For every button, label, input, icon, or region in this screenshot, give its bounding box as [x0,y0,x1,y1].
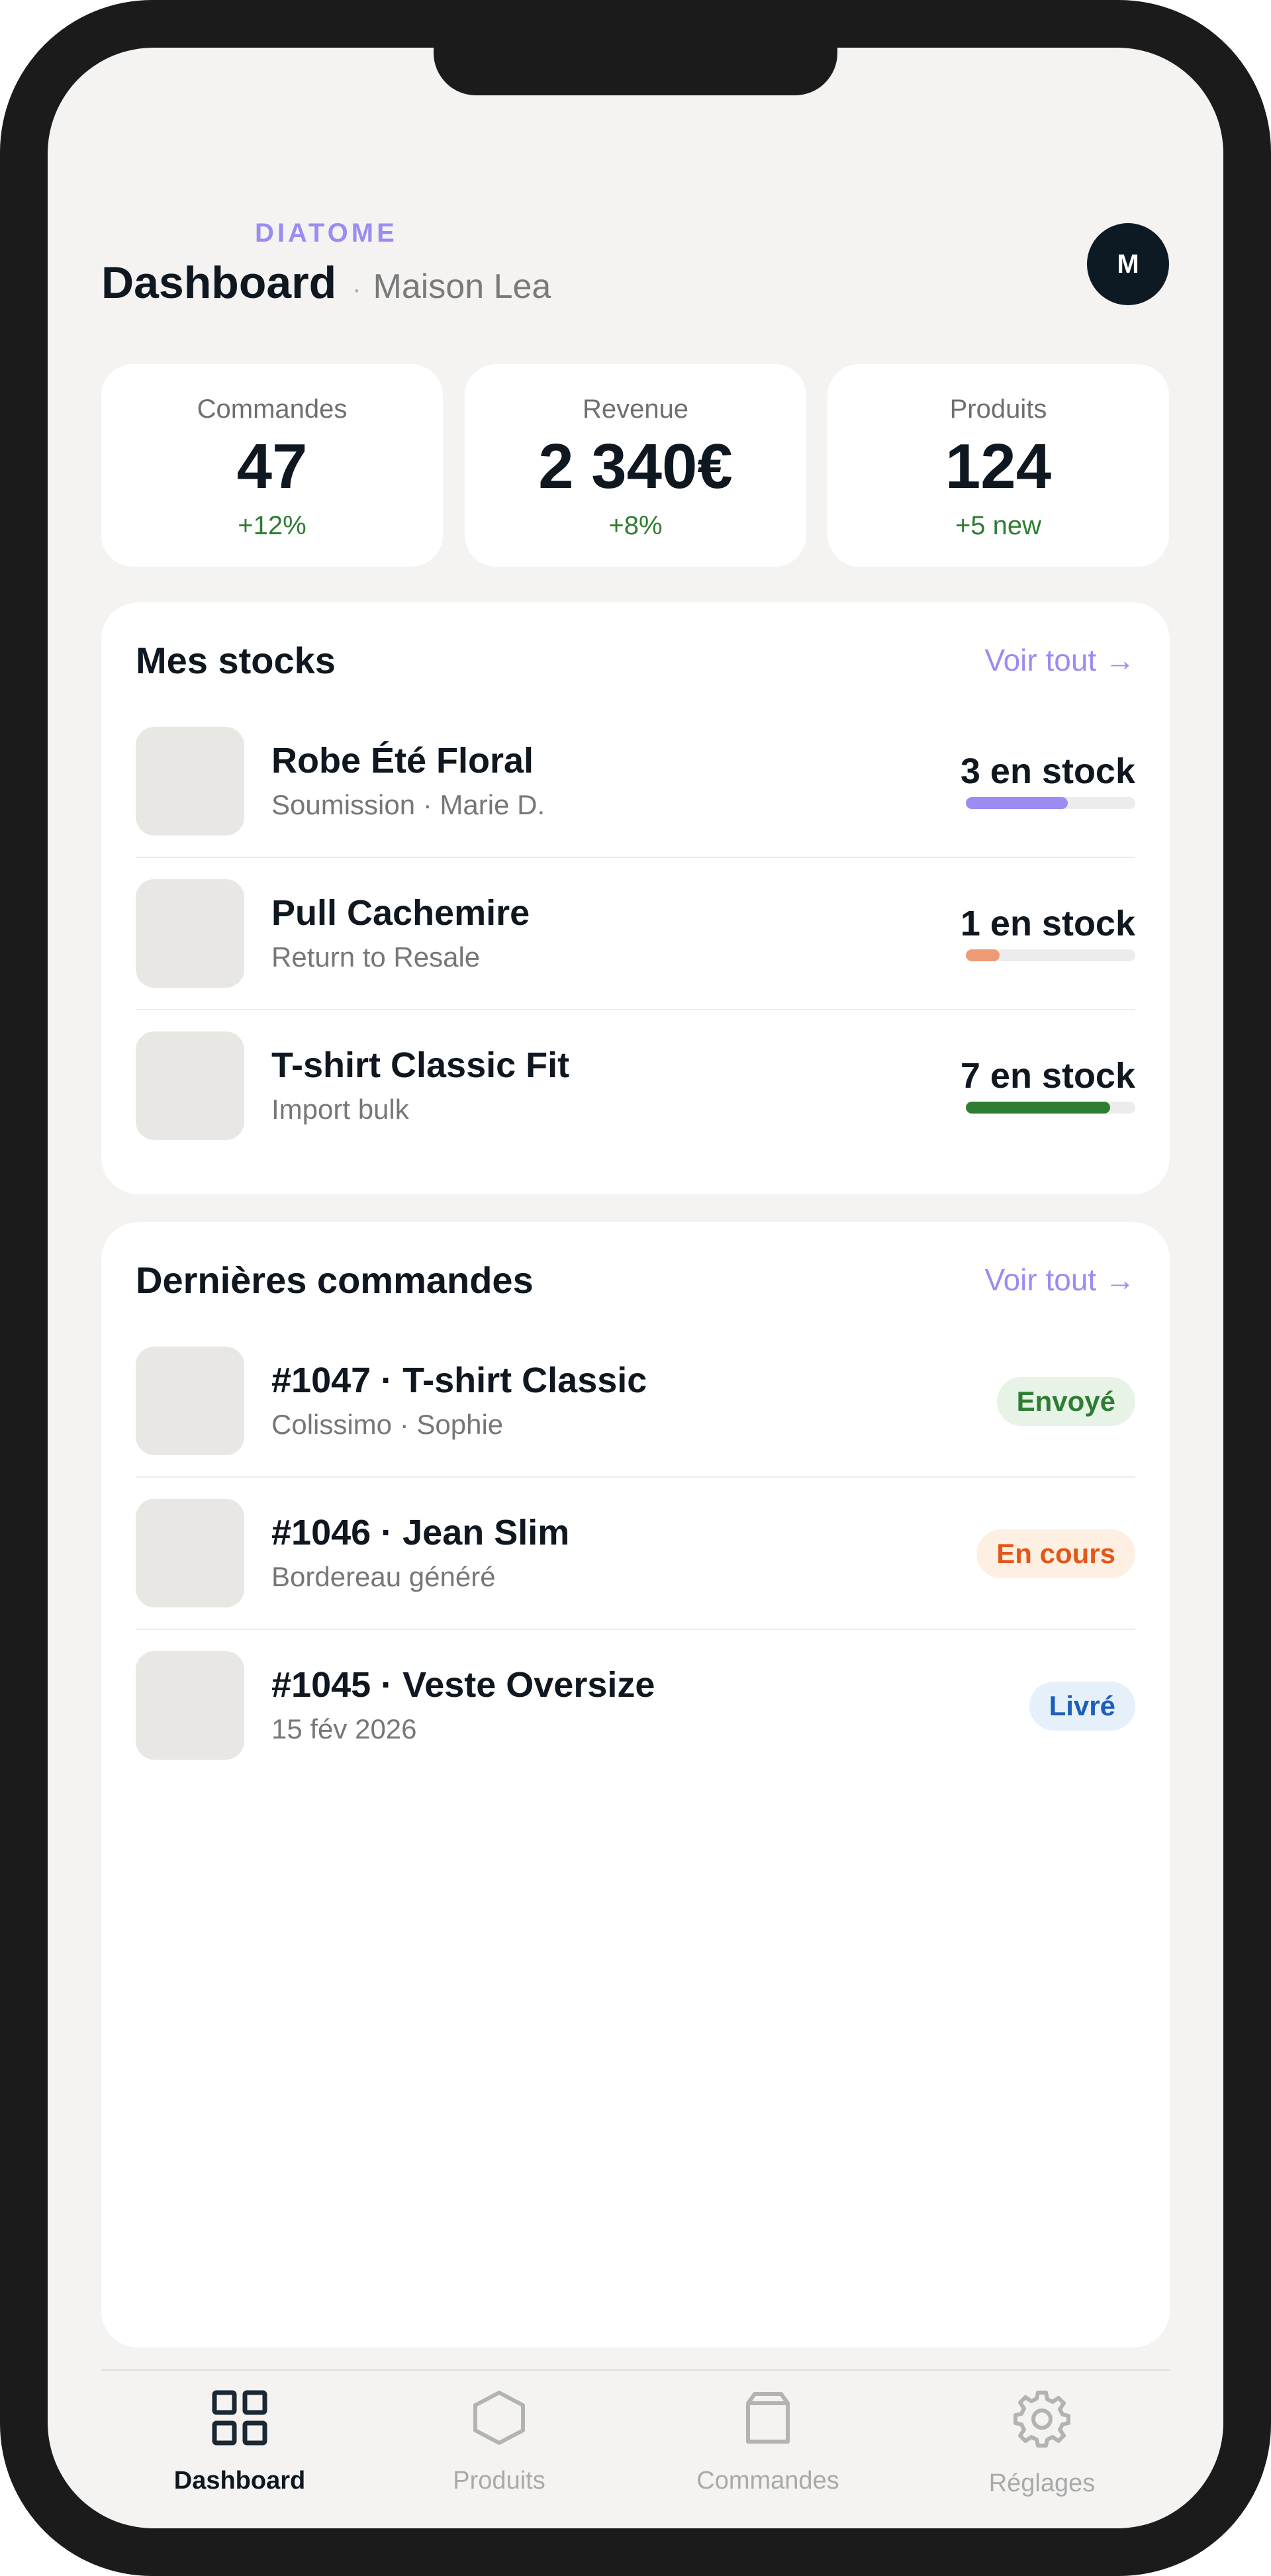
status-badge: En cours [976,1529,1135,1578]
order-detail: Bordereau généré [271,1561,496,1592]
store-name: Maison Lea [373,267,551,306]
avatar[interactable]: M [1087,223,1169,305]
status-badge: Livré [1029,1682,1135,1731]
row-divider [136,1629,1135,1630]
product-source: Return to Resale [271,941,481,973]
product-name: Pull Cachemire [271,893,530,933]
order-thumbnail [136,1347,244,1455]
tab-dashboard[interactable]: Dashboard [134,2390,346,2495]
stat-label: Revenue [582,395,689,424]
order-detail: 15 fév 2026 [271,1713,417,1744]
stat-value: 47 [236,431,308,502]
orders-card: Dernières commandes Voir tout → #1047 · … [101,1222,1170,2348]
stock-row[interactable]: T-shirt Classic Fit Import bulk 7 en sto… [136,1031,1135,1184]
product-name: T-shirt Classic Fit [271,1045,570,1085]
stat-delta: +8% [608,511,663,540]
stock-level-bar [966,949,1135,961]
tab-label: Produits [453,2467,545,2495]
stocks-card: Mes stocks Voir tout → Robe Été Floral S… [101,602,1170,1194]
stat-card-orders[interactable]: Commandes 47 +12% [101,364,443,567]
stock-quantity: 3 en stock [960,751,1135,791]
order-thumbnail [136,1499,244,1607]
stat-delta: +12% [238,511,306,540]
tabbar-divider [101,2369,1170,2371]
order-thumbnail [136,1651,244,1760]
hexagon-icon [473,2391,525,2445]
stat-delta: +5 new [955,511,1042,540]
row-divider [136,1009,1135,1010]
tab-products[interactable]: Produits [393,2390,605,2495]
order-title: #1047 · T-shirt Classic [271,1360,647,1400]
tab-label: Réglages [988,2469,1096,2497]
gear-icon [1013,2391,1070,2448]
tab-settings[interactable]: Réglages [936,2390,1148,2498]
box-icon [746,2392,790,2444]
stock-level-fill [966,1102,1110,1114]
title-separator: · [352,275,361,304]
product-source: Import bulk [271,1094,409,1125]
stock-quantity: 7 en stock [960,1056,1135,1096]
stat-label: Produits [949,395,1047,424]
tab-label: Commandes [696,2467,839,2495]
order-detail: Colissimo · Sophie [271,1409,504,1440]
grid-icon [212,2390,267,2446]
stat-card-revenue[interactable]: Revenue 2 340€ +8% [465,364,806,567]
product-name: Robe Été Floral [271,741,534,781]
product-source: Soumission · Marie D. [271,789,545,820]
orders-title: Dernières commandes [136,1259,534,1301]
tab-orders[interactable]: Commandes [662,2390,874,2495]
row-divider [136,1476,1135,1478]
stat-value: 124 [945,431,1052,502]
status-badge: Envoyé [996,1377,1135,1426]
stat-card-products[interactable]: Produits 124 +5 new [827,364,1169,567]
orders-see-all-link[interactable]: Voir tout → [984,1262,1135,1298]
stock-level-fill [966,949,1000,961]
stock-row[interactable]: Pull Cachemire Return to Resale 1 en sto… [136,879,1135,1031]
stock-quantity: 1 en stock [960,904,1135,943]
product-thumbnail [136,727,244,835]
order-title: #1046 · Jean Slim [271,1513,570,1552]
stat-label: Commandes [197,395,348,424]
row-divider [136,857,1135,858]
product-thumbnail [136,1031,244,1140]
brand-label: DIATOME [255,218,398,248]
device-notch [434,48,837,95]
page-header: Dashboard · Maison Lea [101,257,551,309]
stock-level-bar [966,797,1135,809]
stock-row[interactable]: Robe Été Floral Soumission · Marie D. 3 … [136,727,1135,879]
stocks-title: Mes stocks [136,640,336,681]
phone-frame: DIATOME Dashboard · Maison Lea M Command… [0,0,1271,2576]
stocks-see-all-link[interactable]: Voir tout → [984,642,1135,678]
tab-label: Dashboard [173,2467,306,2495]
stock-level-fill [966,797,1068,809]
order-row[interactable]: #1045 · Veste Oversize 15 fév 2026 Livré [136,1651,1135,1803]
stock-level-bar [966,1102,1135,1114]
order-row[interactable]: #1046 · Jean Slim Bordereau généré En co… [136,1499,1135,1651]
page-title: Dashboard [101,258,337,308]
product-thumbnail [136,879,244,988]
order-title: #1045 · Veste Oversize [271,1665,655,1705]
stat-value: 2 340€ [538,431,733,502]
order-row[interactable]: #1047 · T-shirt Classic Colissimo · Soph… [136,1347,1135,1499]
